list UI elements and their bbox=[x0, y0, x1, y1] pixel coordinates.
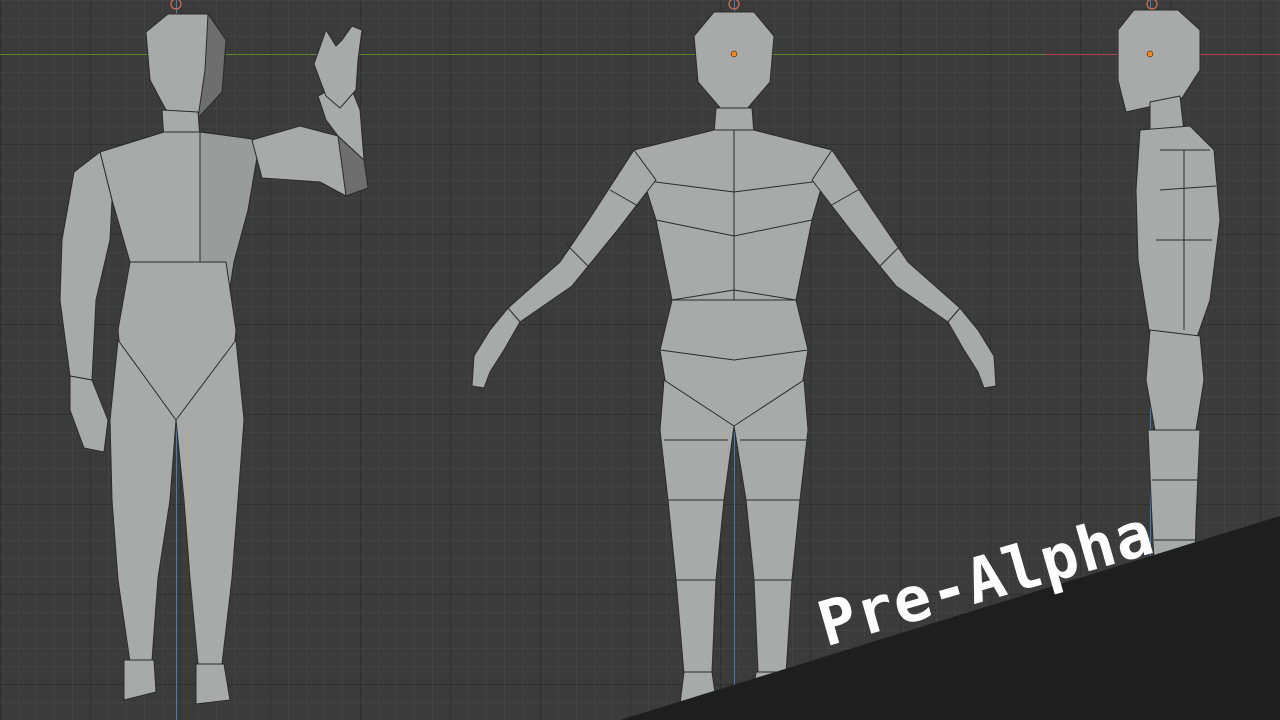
pre-alpha-banner bbox=[620, 516, 1280, 720]
3d-viewport[interactable]: Pre-Alpha bbox=[0, 0, 1280, 720]
